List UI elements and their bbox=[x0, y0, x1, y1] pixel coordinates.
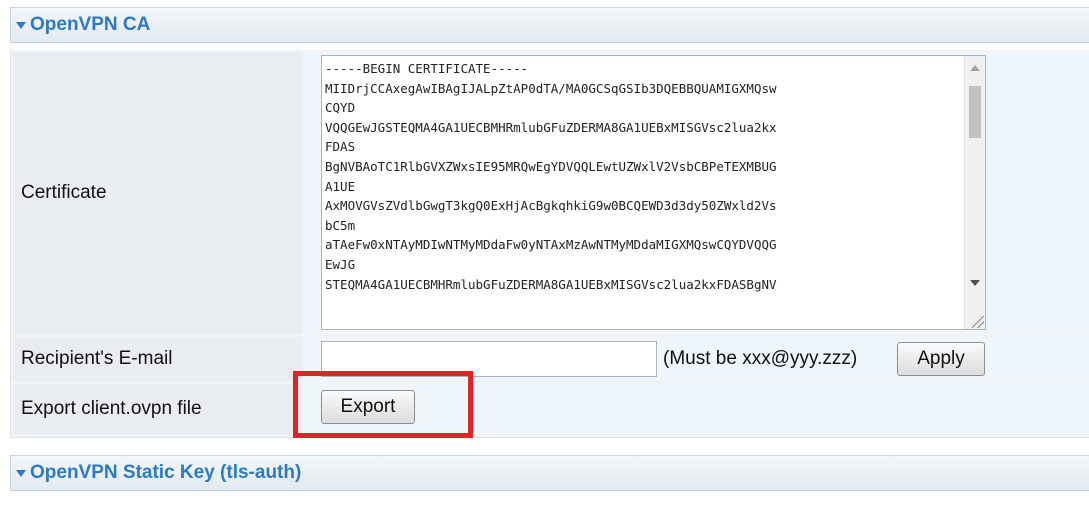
collapse-triangle-icon bbox=[16, 469, 26, 477]
recipient-email-cell: (Must be xxx@yyy.zzz) Apply bbox=[305, 337, 1089, 381]
collapse-triangle-icon bbox=[16, 21, 26, 29]
scroll-up-arrow-icon[interactable] bbox=[970, 65, 980, 71]
scroll-down-arrow-icon[interactable] bbox=[970, 280, 980, 286]
scrollbar-thumb[interactable] bbox=[969, 86, 981, 138]
recipient-email-input[interactable] bbox=[321, 341, 657, 377]
export-ovpn-cell: Export bbox=[305, 384, 1089, 434]
export-button[interactable]: Export bbox=[321, 390, 415, 424]
openvpn-ca-form: Certificate -----BEGIN CERTIFICATE----- … bbox=[10, 50, 1089, 438]
apply-button[interactable]: Apply bbox=[897, 342, 985, 376]
openvpn-static-key-header[interactable]: OpenVPN Static Key (tls-auth) bbox=[10, 455, 1089, 491]
certificate-cell: -----BEGIN CERTIFICATE----- MIIDrjCCAxeg… bbox=[305, 52, 1089, 334]
export-ovpn-label: Export client.ovpn file bbox=[13, 384, 302, 434]
resize-grip-icon[interactable] bbox=[972, 316, 984, 328]
certificate-text[interactable]: -----BEGIN CERTIFICATE----- MIIDrjCCAxeg… bbox=[325, 59, 950, 294]
openvpn-ca-header[interactable]: OpenVPN CA bbox=[10, 7, 1089, 43]
openvpn-ca-title: OpenVPN CA bbox=[30, 14, 151, 35]
recipient-email-label: Recipient's E-mail bbox=[13, 337, 302, 381]
certificate-scrollbar[interactable] bbox=[964, 56, 985, 329]
openvpn-static-key-title: OpenVPN Static Key (tls-auth) bbox=[30, 462, 302, 483]
certificate-label: Certificate bbox=[13, 52, 302, 334]
certificate-textarea[interactable]: -----BEGIN CERTIFICATE----- MIIDrjCCAxeg… bbox=[321, 55, 986, 330]
email-format-hint: (Must be xxx@yyy.zzz) bbox=[663, 348, 858, 369]
